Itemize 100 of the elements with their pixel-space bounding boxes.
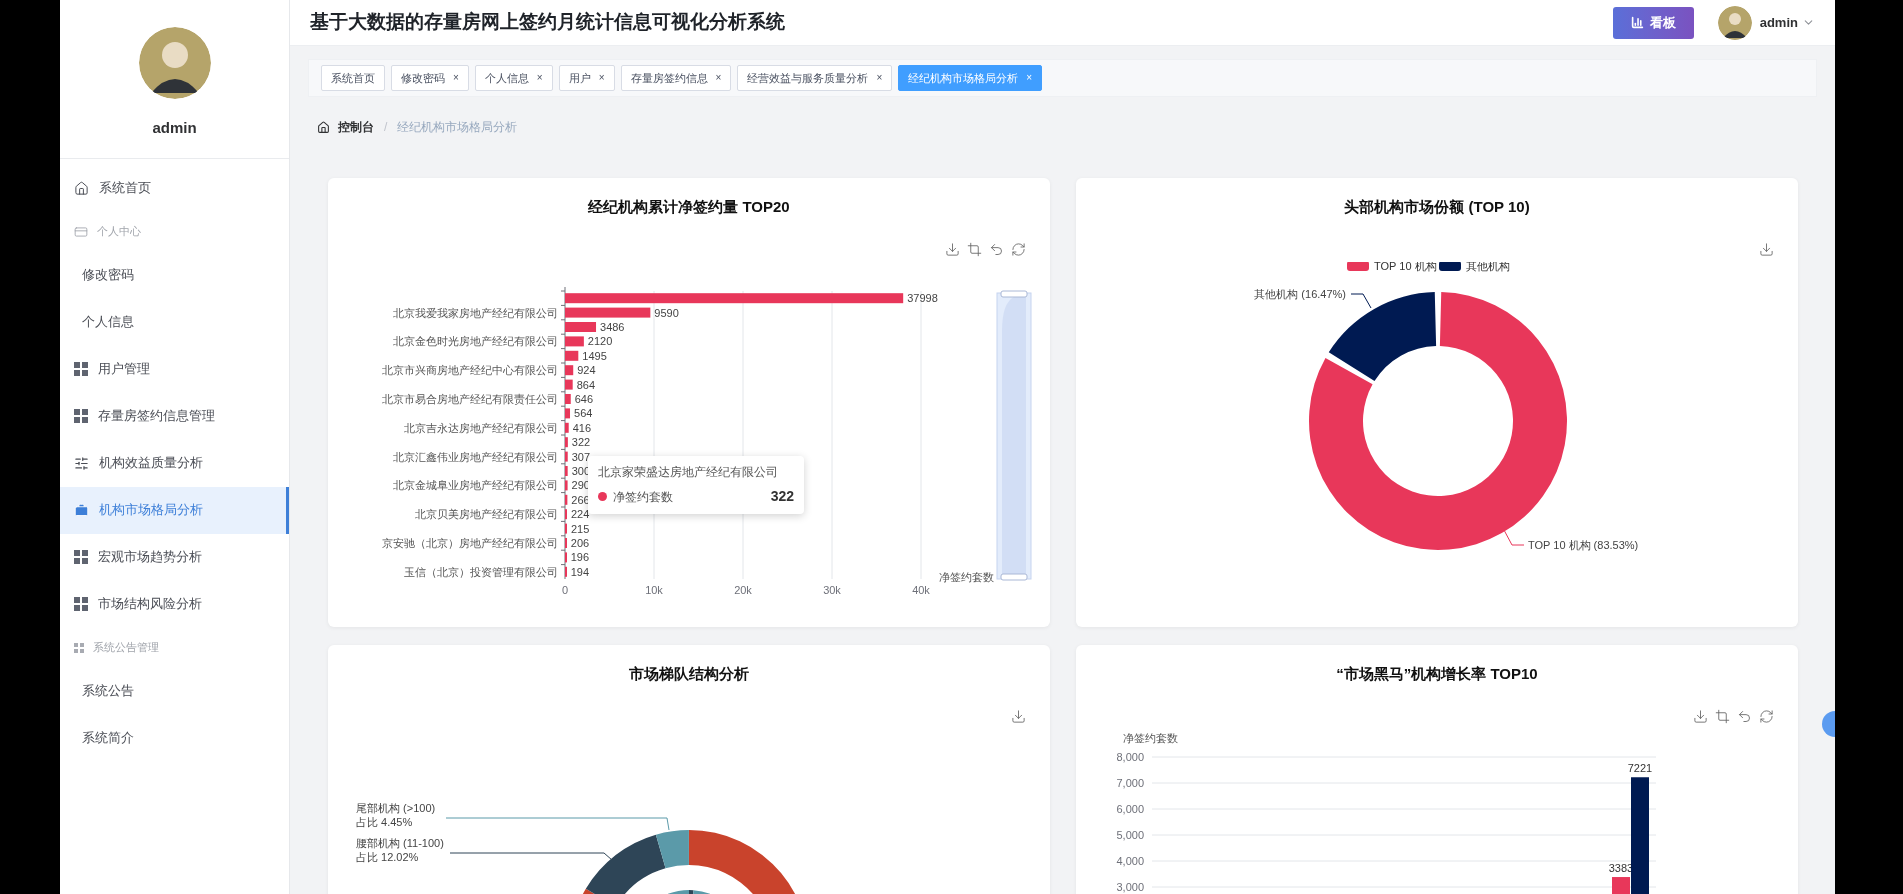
- bar-value-label: 206: [570, 537, 590, 549]
- bar-value-label: 215: [570, 522, 590, 535]
- grid-icon: [74, 362, 88, 376]
- axis-tick-label: 4,000: [1116, 855, 1144, 867]
- menu-item[interactable]: 用户管理: [60, 345, 289, 393]
- axis-tick-label: 0: [561, 584, 569, 596]
- crop-icon[interactable]: [967, 241, 982, 257]
- chart-title: 经纪机构累计净签约量 TOP20: [588, 197, 790, 217]
- menu-item[interactable]: 机构市场格局分析: [60, 486, 289, 534]
- user-name: admin: [152, 118, 197, 138]
- app-title: 基于大数据的存量房网上签约月统计信息可视化分析系统: [310, 10, 785, 35]
- menu-item[interactable]: 机构效益质量分析: [60, 439, 289, 487]
- legend-swatch[interactable]: [1439, 262, 1461, 271]
- chart-title: 市场梯队结构分析: [629, 664, 749, 684]
- bar-value-label: 864: [576, 378, 596, 391]
- axis-tick-label: 7,000: [1116, 777, 1144, 789]
- page-tab[interactable]: 修改密码 ×: [391, 65, 469, 91]
- bar-value-label: 322: [571, 436, 591, 449]
- refresh-icon[interactable]: [1759, 708, 1774, 724]
- close-icon[interactable]: ×: [453, 73, 459, 83]
- menu-item[interactable]: 个人信息: [60, 298, 289, 346]
- download-icon[interactable]: [1011, 708, 1026, 724]
- axis-category-label: 北京金色时光房地产经纪有限公司: [393, 335, 558, 348]
- undo-icon[interactable]: [989, 241, 1004, 257]
- axis-category-label: 北京我爱我家房地产经纪有限公司: [393, 306, 558, 319]
- crop-icon[interactable]: [1715, 708, 1730, 724]
- axis-tick-label: 5,000: [1116, 829, 1144, 841]
- grid-icon: [74, 642, 84, 653]
- slice-label: TOP 10 机构 (83.53%): [1528, 539, 1639, 551]
- menu-item[interactable]: 宏观市场趋势分析: [60, 533, 289, 581]
- zoom-slider[interactable]: [996, 290, 1032, 581]
- leader-line: [1350, 293, 1372, 309]
- tooltip-title: 北京家荣盛达房地产经纪有限公司: [598, 464, 779, 481]
- breadcrumb-separator: /: [384, 119, 388, 136]
- close-icon[interactable]: ×: [876, 73, 883, 83]
- avatar: [1717, 5, 1752, 40]
- download-icon[interactable]: [1693, 708, 1708, 724]
- bar-value-label: 194: [570, 565, 590, 578]
- bar-value-label: 224: [571, 508, 590, 521]
- breadcrumb-link[interactable]: 控制台: [338, 118, 374, 136]
- axis-category-label: 北京汇鑫伟业房地产经纪有限公司: [393, 450, 558, 463]
- download-icon[interactable]: [945, 241, 960, 257]
- bar-chart-icon: [1630, 16, 1644, 29]
- bar-value-label: 7221: [1627, 762, 1653, 775]
- axis-tick-label: 3,000: [1116, 881, 1144, 893]
- leader-line: [1503, 529, 1525, 546]
- menu-item[interactable]: 市场结构风险分析: [60, 580, 289, 628]
- bar-value-label: 37998: [907, 292, 938, 305]
- legend-swatch[interactable]: [1347, 262, 1369, 271]
- tooltip-value: 322: [770, 487, 794, 506]
- menu-item[interactable]: 系统简介: [60, 714, 289, 762]
- bar-value-label: 2120: [587, 335, 613, 348]
- home-icon: [74, 180, 89, 196]
- slice-label: 其他机构 (16.47%): [1254, 288, 1346, 300]
- menu-item[interactable]: 系统首页: [60, 164, 289, 212]
- grid-icon: [74, 550, 88, 564]
- briefcase-icon: [74, 502, 89, 518]
- slice-label: 尾部机构 (>100) 占比 4.45%: [356, 802, 436, 828]
- undo-icon[interactable]: [1737, 708, 1752, 724]
- menu-item[interactable]: 系统公告: [60, 667, 289, 715]
- axis-tick-label: 20k: [734, 584, 752, 596]
- home-icon[interactable]: [317, 120, 330, 134]
- bar-value-label: 564: [574, 407, 593, 420]
- menu-item[interactable]: 存量房签约信息管理: [60, 392, 289, 440]
- page-tab[interactable]: 经营效益与服务质量分析 ×: [737, 65, 893, 91]
- axis-title: 净签约套数: [1123, 732, 1178, 744]
- download-icon[interactable]: [1759, 241, 1774, 257]
- grid-icon: [74, 597, 88, 611]
- slice-label: 腰部机构 (11-100) 占比 12.02%: [356, 837, 444, 863]
- dashboard-button[interactable]: 看板: [1612, 6, 1694, 39]
- bar-value-label: 9590: [654, 306, 679, 319]
- axis-category-label: 北京市兴商房地产经纪中心有限公司: [382, 364, 558, 377]
- axis-tick-label: 30k: [823, 584, 841, 596]
- card-icon: [74, 224, 88, 239]
- bar-value-label: 924: [577, 364, 596, 377]
- bar-value-label: 1495: [582, 349, 607, 362]
- tooltip-series: 净签约套数: [613, 488, 673, 506]
- page-tab[interactable]: 存量房签约信息 ×: [620, 65, 732, 91]
- page-tab[interactable]: 系统首页: [321, 65, 385, 91]
- close-icon[interactable]: ×: [715, 73, 722, 83]
- sliders-icon: [74, 455, 89, 471]
- axis-category-label: 北京市易合房地产经纪有限责任公司: [382, 393, 558, 405]
- close-icon[interactable]: ×: [598, 73, 605, 83]
- axis-category-label: 京安驰（北京）房地产经纪有限公司: [382, 537, 558, 549]
- user-name[interactable]: admin: [1759, 12, 1798, 33]
- chart-title: “市场黑马”机构增长率 TOP10: [1336, 664, 1538, 684]
- axis-category-label: 玉信（北京）投资管理有限公司: [404, 565, 558, 578]
- menu-group-header: 系统公告管理: [93, 640, 159, 656]
- bar-value-label: 3486: [600, 321, 625, 333]
- breadcrumb-current: 经纪机构市场格局分析: [397, 119, 518, 136]
- axis-category-label: 北京金城阜业房地产经纪有限公司: [393, 479, 558, 492]
- bar-value-label: 646: [574, 393, 594, 405]
- menu-item[interactable]: 修改密码: [60, 251, 289, 299]
- axis-title: 净签约套数: [939, 571, 994, 583]
- axis-tick-label: 10k: [645, 584, 663, 596]
- refresh-icon[interactable]: [1011, 241, 1026, 257]
- page-tab[interactable]: 用户 ×: [558, 65, 615, 91]
- axis-category-label: 北京吉永达房地产经纪有限公司: [404, 421, 558, 434]
- page-tab[interactable]: 个人信息 ×: [474, 65, 553, 91]
- close-icon[interactable]: ×: [536, 73, 543, 83]
